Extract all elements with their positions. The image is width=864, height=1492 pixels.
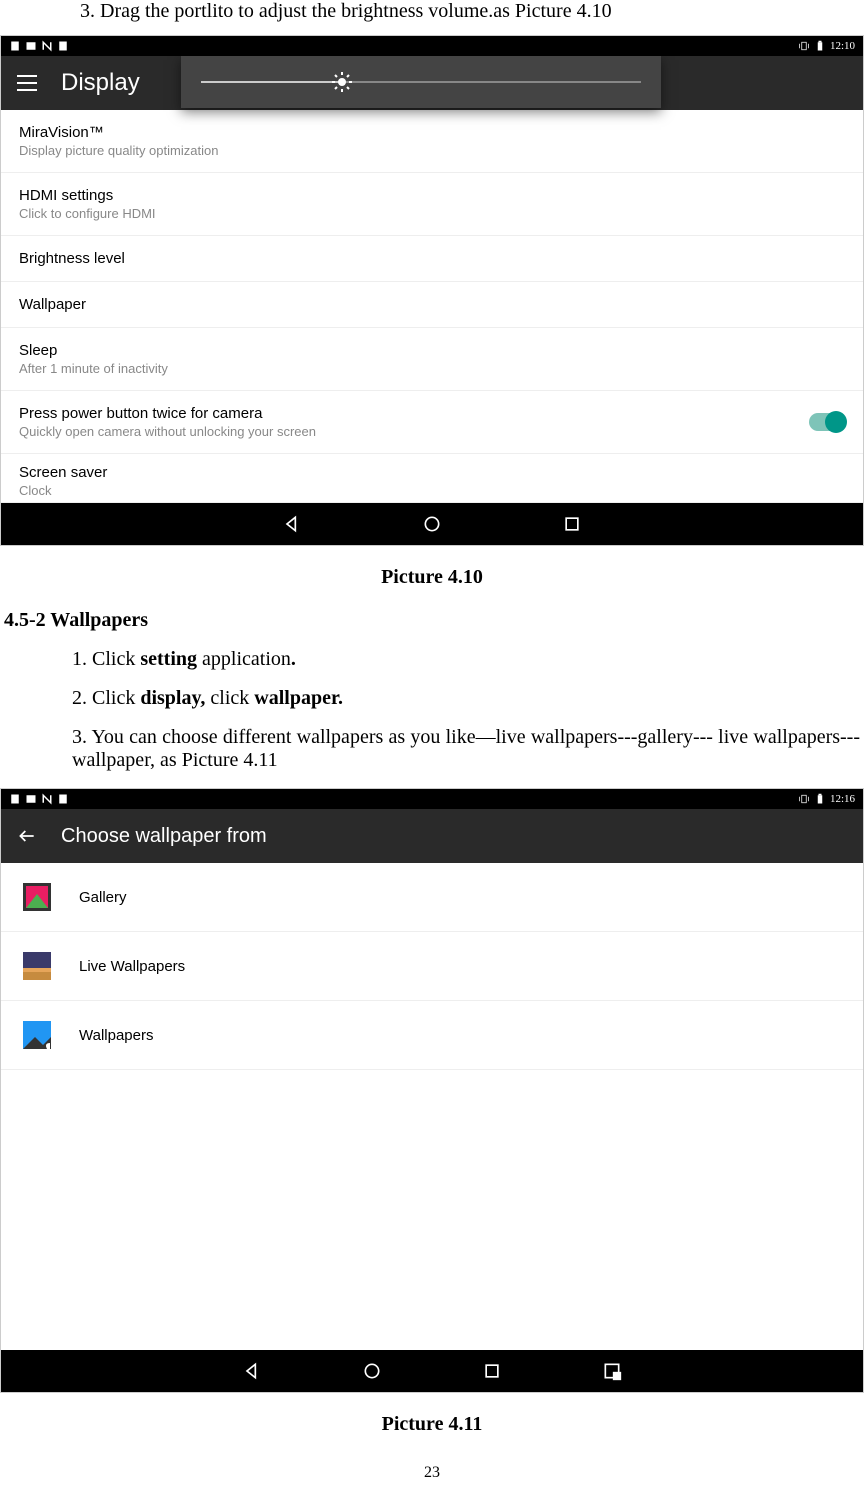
setting-wallpaper[interactable]: Wallpaper [1,282,863,328]
screenshot-wallpaper-chooser: 12:16 Choose wallpaper from Gallery Live… [0,788,864,1393]
step-2: 2. Click display, click wallpaper. [72,687,860,710]
back-button[interactable] [282,514,302,534]
sd-icon [9,40,21,52]
page-number: 23 [0,1464,864,1482]
screenshot-icon[interactable] [602,1361,622,1381]
recents-button[interactable] [562,514,582,534]
step-3: 3. You can choose different wallpapers a… [72,726,860,772]
caption-4-11: Picture 4.11 [0,1413,864,1436]
wallpaper-label: Gallery [79,889,127,906]
vibrate-icon [798,40,810,52]
wallpaper-label: Live Wallpapers [79,958,185,975]
nav-bar [1,503,863,545]
app-title: Display [61,69,140,97]
home-button[interactable] [362,1361,382,1381]
wallpapers-icon [19,1017,55,1053]
back-arrow-icon[interactable] [17,826,37,846]
wallpaper-option-gallery[interactable]: Gallery [1,863,863,932]
live-wallpapers-icon [19,948,55,984]
sd-icon [9,793,21,805]
setting-sleep[interactable]: Sleep After 1 minute of inactivity [1,328,863,391]
sd2-icon [57,40,69,52]
battery-icon [814,40,826,52]
n-icon [41,793,53,805]
brightness-thumb-icon[interactable] [330,70,354,94]
setting-power-camera[interactable]: Press power button twice for camera Quic… [1,391,863,454]
setting-brightness-level[interactable]: Brightness level [1,236,863,282]
setting-hdmi[interactable]: HDMI settings Click to configure HDMI [1,173,863,236]
status-time: 12:10 [830,40,855,52]
brightness-slider[interactable] [201,81,641,83]
wallpaper-option-live[interactable]: Live Wallpapers [1,932,863,1001]
recents-button[interactable] [482,1361,502,1381]
status-bar: 12:10 [1,36,863,56]
vibrate-icon [798,793,810,805]
sd2-icon [57,793,69,805]
home-button[interactable] [422,514,442,534]
brightness-slider-overlay [181,56,661,108]
status-time-2: 12:16 [830,793,855,805]
app-bar: Display [1,56,863,110]
caption-4-10: Picture 4.10 [0,566,864,589]
setting-miravision[interactable]: MiraVision™ Display picture quality opti… [1,110,863,173]
gallery-icon [19,879,55,915]
setting-screen-saver[interactable]: Screen saver Clock [1,454,863,503]
wallpaper-option-wallpapers[interactable]: Wallpapers [1,1001,863,1070]
step-3-top: 3. Drag the portlito to adjust the brigh… [80,0,864,35]
status-bar-2: 12:16 [1,789,863,809]
hamburger-icon[interactable] [17,75,37,91]
toggle-power-camera[interactable] [809,413,845,431]
app-bar-2: Choose wallpaper from [1,809,863,863]
section-head-wallpapers: 4.5-2 Wallpapers [4,609,864,632]
image-icon [25,793,37,805]
n-icon [41,40,53,52]
back-button[interactable] [242,1361,262,1381]
battery-icon [814,793,826,805]
wallpaper-label: Wallpapers [79,1027,153,1044]
screenshot-display-settings: 12:10 Display MiraVision™ Display pictur… [0,35,864,546]
step-1: 1. Click setting application. [72,648,860,671]
nav-bar-2 [1,1350,863,1392]
app-title-2: Choose wallpaper from [61,825,267,848]
image-icon [25,40,37,52]
